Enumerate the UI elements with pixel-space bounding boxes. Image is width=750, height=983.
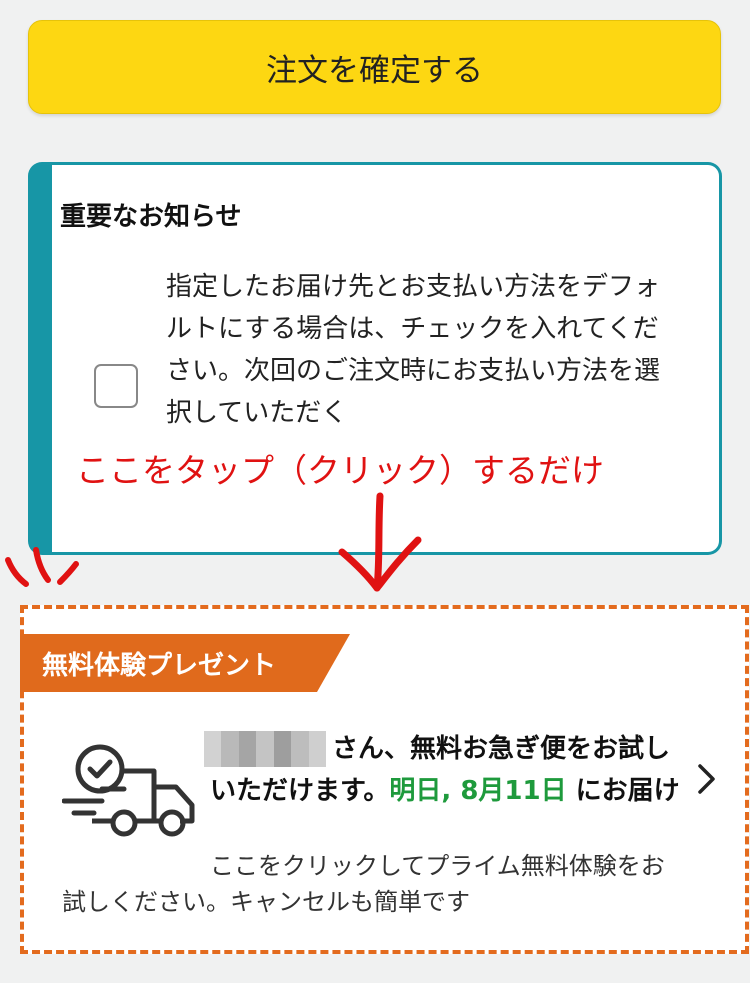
place-order-button[interactable]: 注文を確定する [28, 20, 721, 114]
promo-headline-suffix: にお届け [566, 776, 680, 806]
notice-title: 重要なお知らせ [60, 202, 242, 232]
emphasis-marks-icon [5, 547, 79, 587]
delivery-truck-icon [62, 744, 195, 837]
promo-headline: さん、無料お急ぎ便をお試しいただけます。明日, 8月11日 にお届け [210, 728, 680, 812]
annotation-caption: ここをタップ（クリック）するだけ [76, 451, 604, 490]
promo-subtext: ここをクリックしてプライム無料体験をお試しください。キャンセルも簡単です [62, 852, 665, 916]
notice-body-text: 指定したお届け先とお支払い方法をデフォルトにする場合は、チェックを入れてください… [166, 272, 661, 428]
delivery-date: 明日, 8月11日 [389, 776, 567, 806]
chevron-right-icon[interactable] [692, 762, 720, 796]
down-arrow-annotation-icon [338, 492, 422, 592]
free-trial-ribbon-label: 無料体験プレゼント [42, 651, 277, 681]
default-address-checkbox[interactable] [94, 364, 138, 408]
place-order-button-label: 注文を確定する [266, 52, 483, 89]
